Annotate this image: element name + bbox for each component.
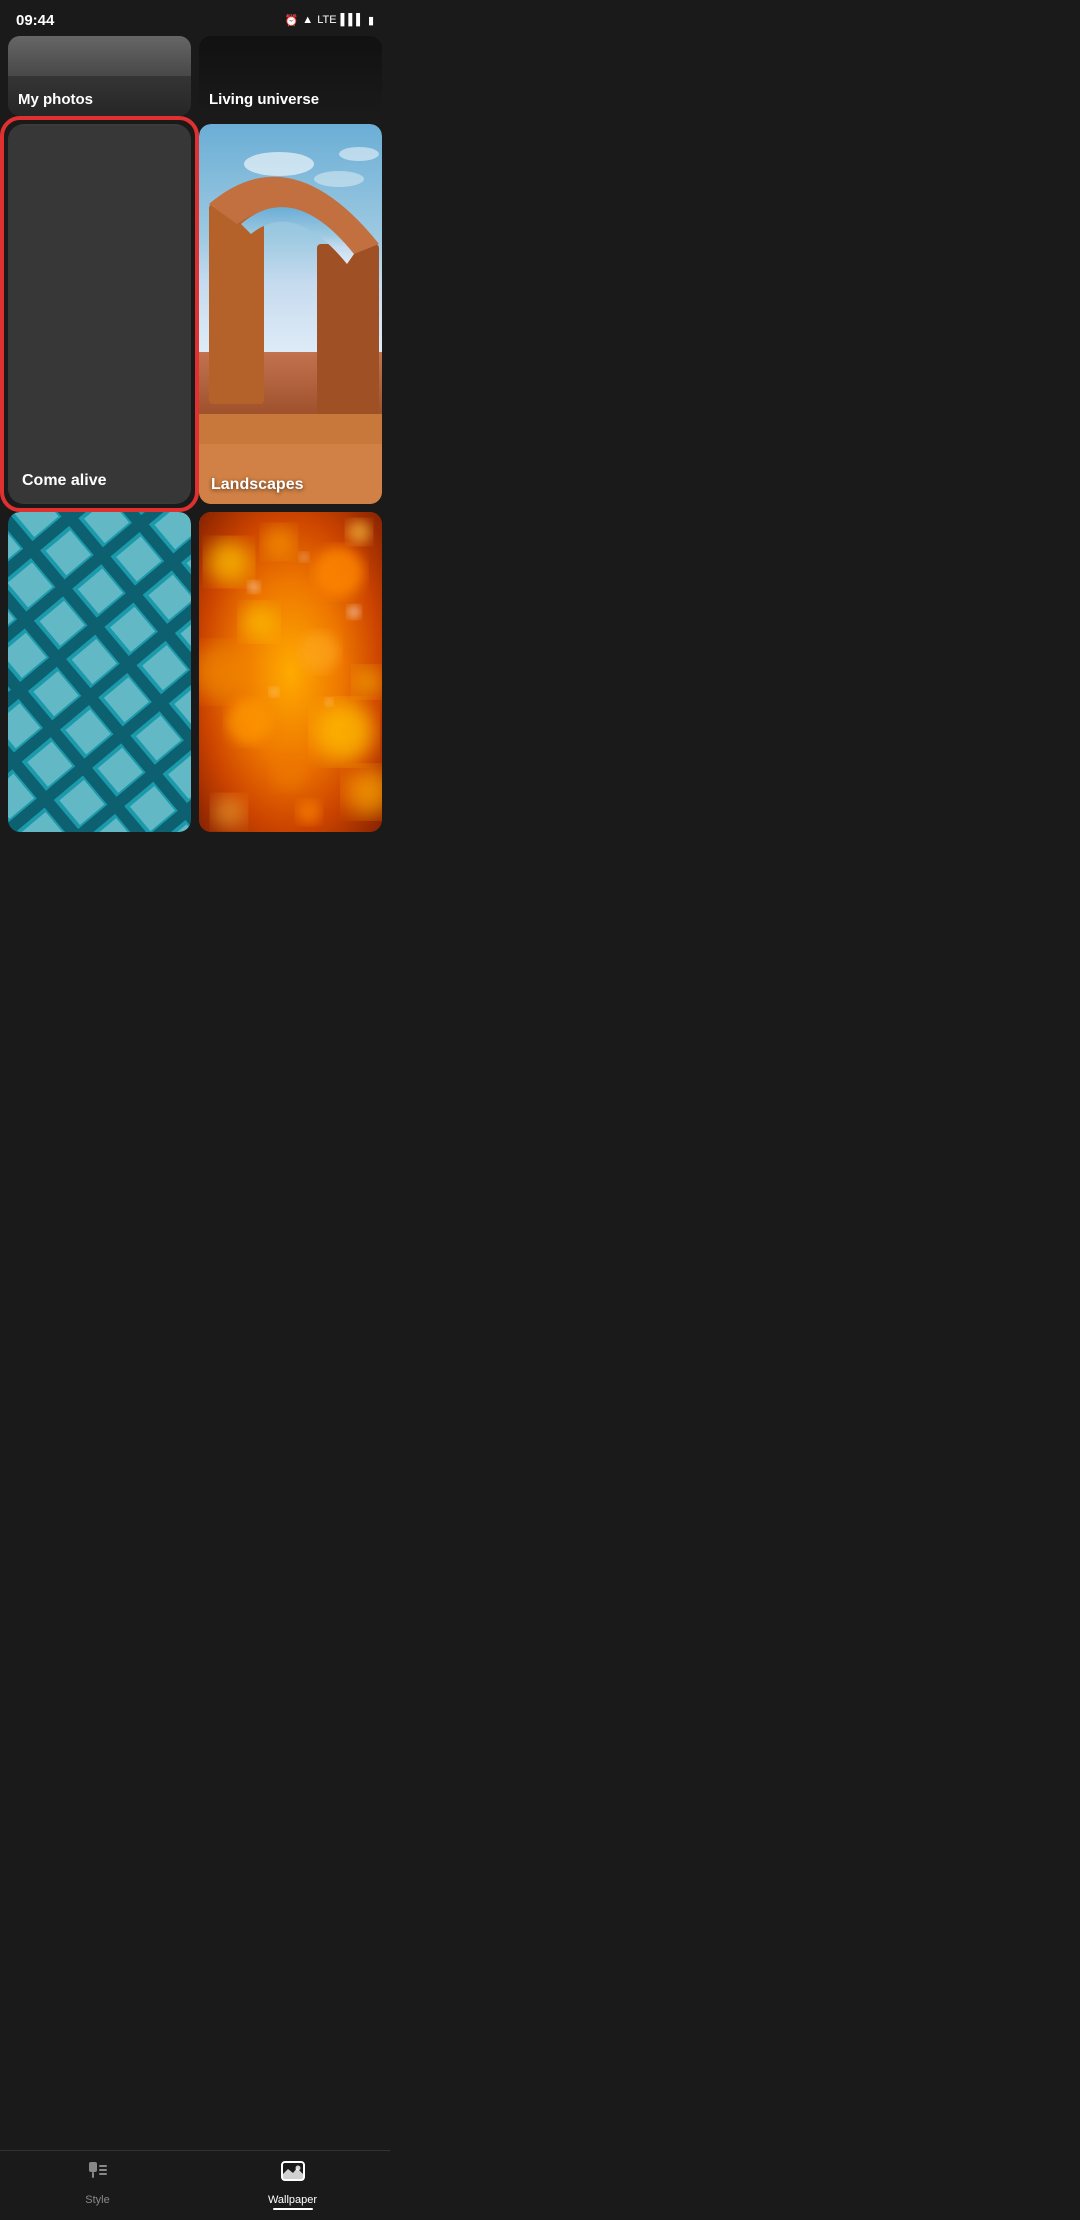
right-column: Landscapes	[199, 124, 382, 832]
left-column: Come alive	[8, 124, 191, 832]
style-icon	[85, 2158, 111, 2190]
category-architecture[interactable]	[8, 512, 191, 832]
bokeh-svg	[199, 512, 382, 832]
tab-wallpaper[interactable]: Wallpaper	[195, 2158, 390, 2206]
tab-wallpaper-label: Wallpaper	[268, 2194, 317, 2206]
come-alive-label: Come alive	[22, 472, 106, 490]
status-time: 09:44	[16, 12, 54, 29]
living-universe-label: Living universe	[209, 91, 319, 108]
scroll-content: My photos Living universe	[0, 36, 390, 920]
status-icons: ⏰ ▲ LTE ▌▌▌ ▮	[285, 14, 374, 27]
signal-icon: ▲	[302, 14, 313, 26]
status-bar: 09:44 ⏰ ▲ LTE ▌▌▌ ▮	[0, 0, 390, 36]
tab-style[interactable]: Style	[0, 2158, 195, 2206]
tab-style-label: Style	[85, 2194, 109, 2206]
top-categories-row: My photos Living universe	[8, 36, 382, 116]
bokeh-thumbnail	[199, 512, 382, 832]
lte-label: LTE	[317, 14, 336, 26]
come-alive-thumbnail	[8, 124, 191, 504]
bottom-spacer	[8, 840, 382, 920]
category-landscapes[interactable]: Landscapes	[199, 124, 382, 504]
category-come-alive[interactable]: Come alive	[8, 124, 191, 504]
wallpaper-icon	[280, 2158, 306, 2190]
architecture-thumbnail	[8, 512, 191, 832]
category-living-universe[interactable]: Living universe	[199, 36, 382, 116]
battery-icon: ▮	[368, 14, 374, 27]
my-photos-label: My photos	[18, 91, 93, 108]
signal-bars: ▌▌▌	[341, 14, 364, 26]
category-bokeh[interactable]	[199, 512, 382, 832]
active-underline	[273, 2208, 313, 2210]
alarm-icon: ⏰	[285, 14, 299, 27]
landscapes-label: Landscapes	[211, 476, 303, 494]
bottom-navigation: Style Wallpaper	[0, 2150, 390, 2220]
category-my-photos[interactable]: My photos	[8, 36, 191, 116]
main-categories-grid: Come alive	[8, 124, 382, 832]
landscapes-thumbnail	[199, 124, 382, 504]
